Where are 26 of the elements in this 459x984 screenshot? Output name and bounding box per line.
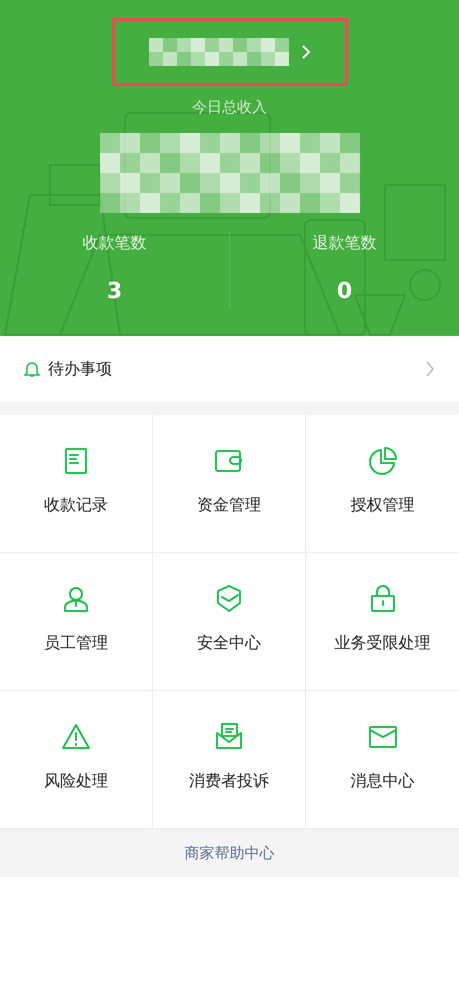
grid-label: 消费者投诉: [189, 770, 269, 792]
grid-item[interactable]: 安全中心: [153, 553, 306, 691]
grid-item[interactable]: 资金管理: [153, 415, 306, 553]
grid-label: 资金管理: [197, 494, 261, 516]
grid-label: 授权管理: [350, 494, 414, 516]
bell-icon: [24, 360, 40, 378]
stat-label: 退款笔数: [312, 232, 376, 254]
grid-label: 风险处理: [44, 770, 108, 792]
grid-item[interactable]: 员工管理: [0, 553, 153, 691]
stat-value: 0: [336, 278, 352, 306]
grid-label: 员工管理: [44, 632, 108, 654]
grid-label: 消息中心: [350, 770, 414, 792]
todo-label: 待办事项: [48, 358, 112, 380]
grid-item[interactable]: 业务受限处理: [306, 553, 459, 691]
grid-item[interactable]: 收款记录: [0, 415, 153, 553]
help-link[interactable]: 商家帮助中心: [184, 842, 274, 864]
pie-chart-icon: [366, 445, 398, 477]
chevron-icon: [425, 360, 435, 378]
stat-value: 3: [106, 278, 122, 306]
grid-label: 安全中心: [197, 632, 261, 654]
grid-label: 收款记录: [44, 494, 108, 516]
grid-label: 业务受限处理: [334, 632, 430, 654]
chevron-icon[interactable]: [300, 44, 310, 60]
income-label: 今日总收入: [192, 97, 267, 118]
stat-label: 收款笔数: [82, 232, 146, 254]
grid-item[interactable]: 授权管理: [306, 415, 459, 553]
